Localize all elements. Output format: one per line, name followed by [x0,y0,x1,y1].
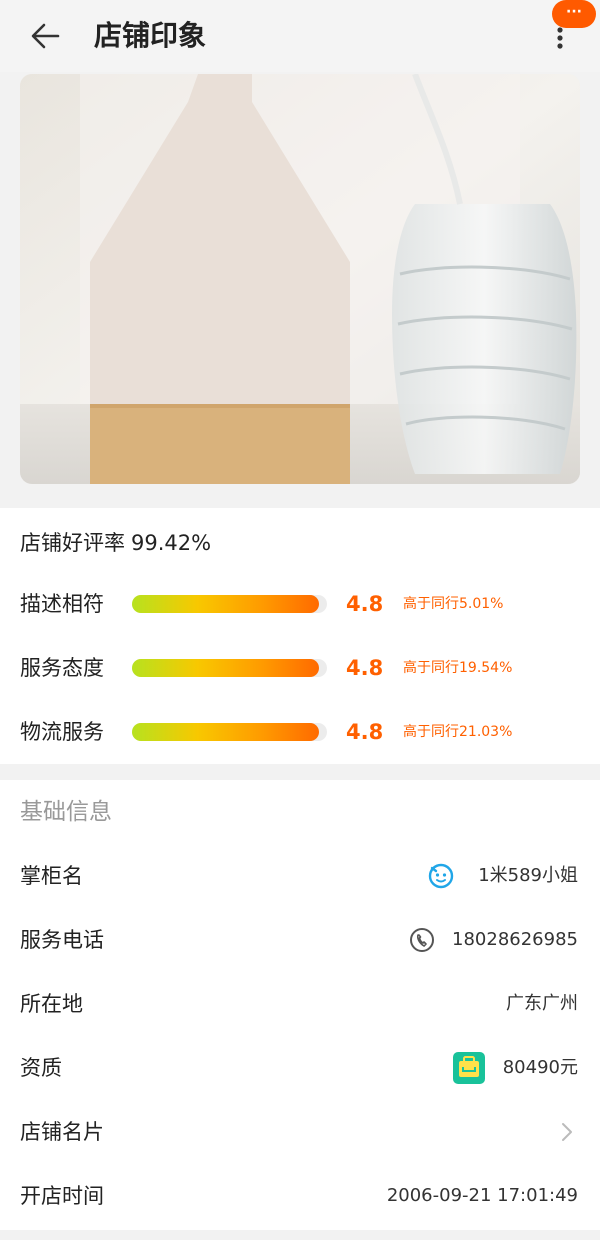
info-row-qualification[interactable]: 资质 80490元 [0,1048,600,1088]
info-value: 80490元 [502,1057,578,1078]
rating-bar-fill [132,659,320,677]
rating-bar [132,659,327,677]
info-value: 1米589小姐 [478,865,578,886]
rating-score: 4.8 [346,656,384,680]
good-rate-value: 99.42% [131,531,212,555]
info-row-phone[interactable]: 服务电话 18028626985 [0,920,600,960]
rating-label: 物流服务 [20,720,104,744]
info-value: 18028626985 [452,929,578,950]
rating-label: 服务态度 [20,656,104,680]
rating-bar [132,723,327,741]
rating-bar [132,595,327,613]
more-vertical-icon[interactable] [546,24,574,52]
section-title: 基础信息 [20,799,112,825]
rating-score: 4.8 [346,592,384,616]
rating-row-description: 描述相符 4.8 高于同行5.01% [0,586,600,622]
good-rate-label: 店铺好评率 [20,531,125,555]
wangwang-chat-icon[interactable] [427,862,455,890]
info-row-shopkeeper[interactable]: 掌柜名 1米589小姐 [0,856,600,896]
rating-row-service: 服务态度 4.8 高于同行19.54% [0,650,600,686]
info-label: 开店时间 [20,1184,104,1208]
rating-score: 4.8 [346,720,384,744]
info-value: 2006-09-21 17:01:49 [386,1185,578,1206]
top-bar: 店铺印象 ··· [0,0,600,72]
deposit-badge-icon[interactable] [452,1051,486,1085]
rating-bar-fill [132,723,320,741]
info-value: 广东广州 [506,993,578,1014]
ratings-card: 店铺好评率 99.42% 描述相符 4.8 高于同行5.01% 服务态度 4.8 … [0,508,600,764]
rating-label: 描述相符 [20,592,104,616]
rating-compare: 高于同行21.03% [403,724,513,740]
rating-compare: 高于同行5.01% [403,596,504,612]
store-banner-image [20,74,580,484]
page-title: 店铺印象 [94,19,207,52]
info-row-store-card[interactable]: 店铺名片 [0,1112,600,1152]
info-label: 资质 [20,1056,62,1080]
rating-compare: 高于同行19.54% [403,660,513,676]
good-rate: 店铺好评率 99.42% [20,528,211,558]
info-label: 店铺名片 [20,1120,104,1144]
chevron-right-icon[interactable] [560,1122,574,1142]
info-label: 掌柜名 [20,864,83,888]
info-label: 服务电话 [20,928,104,952]
rating-row-logistics: 物流服务 4.8 高于同行21.03% [0,714,600,750]
arrow-left-icon[interactable] [28,20,64,52]
phone-icon[interactable] [408,926,436,954]
notification-badge[interactable]: ··· [552,0,596,28]
basic-info-card: 基础信息 掌柜名 1米589小姐 服务电话 18028626985 所在地 广东… [0,780,600,1230]
info-row-open-time: 开店时间 2006-09-21 17:01:49 [0,1176,600,1216]
info-row-location: 所在地 广东广州 [0,984,600,1024]
info-label: 所在地 [20,992,83,1016]
rating-bar-fill [132,595,320,613]
